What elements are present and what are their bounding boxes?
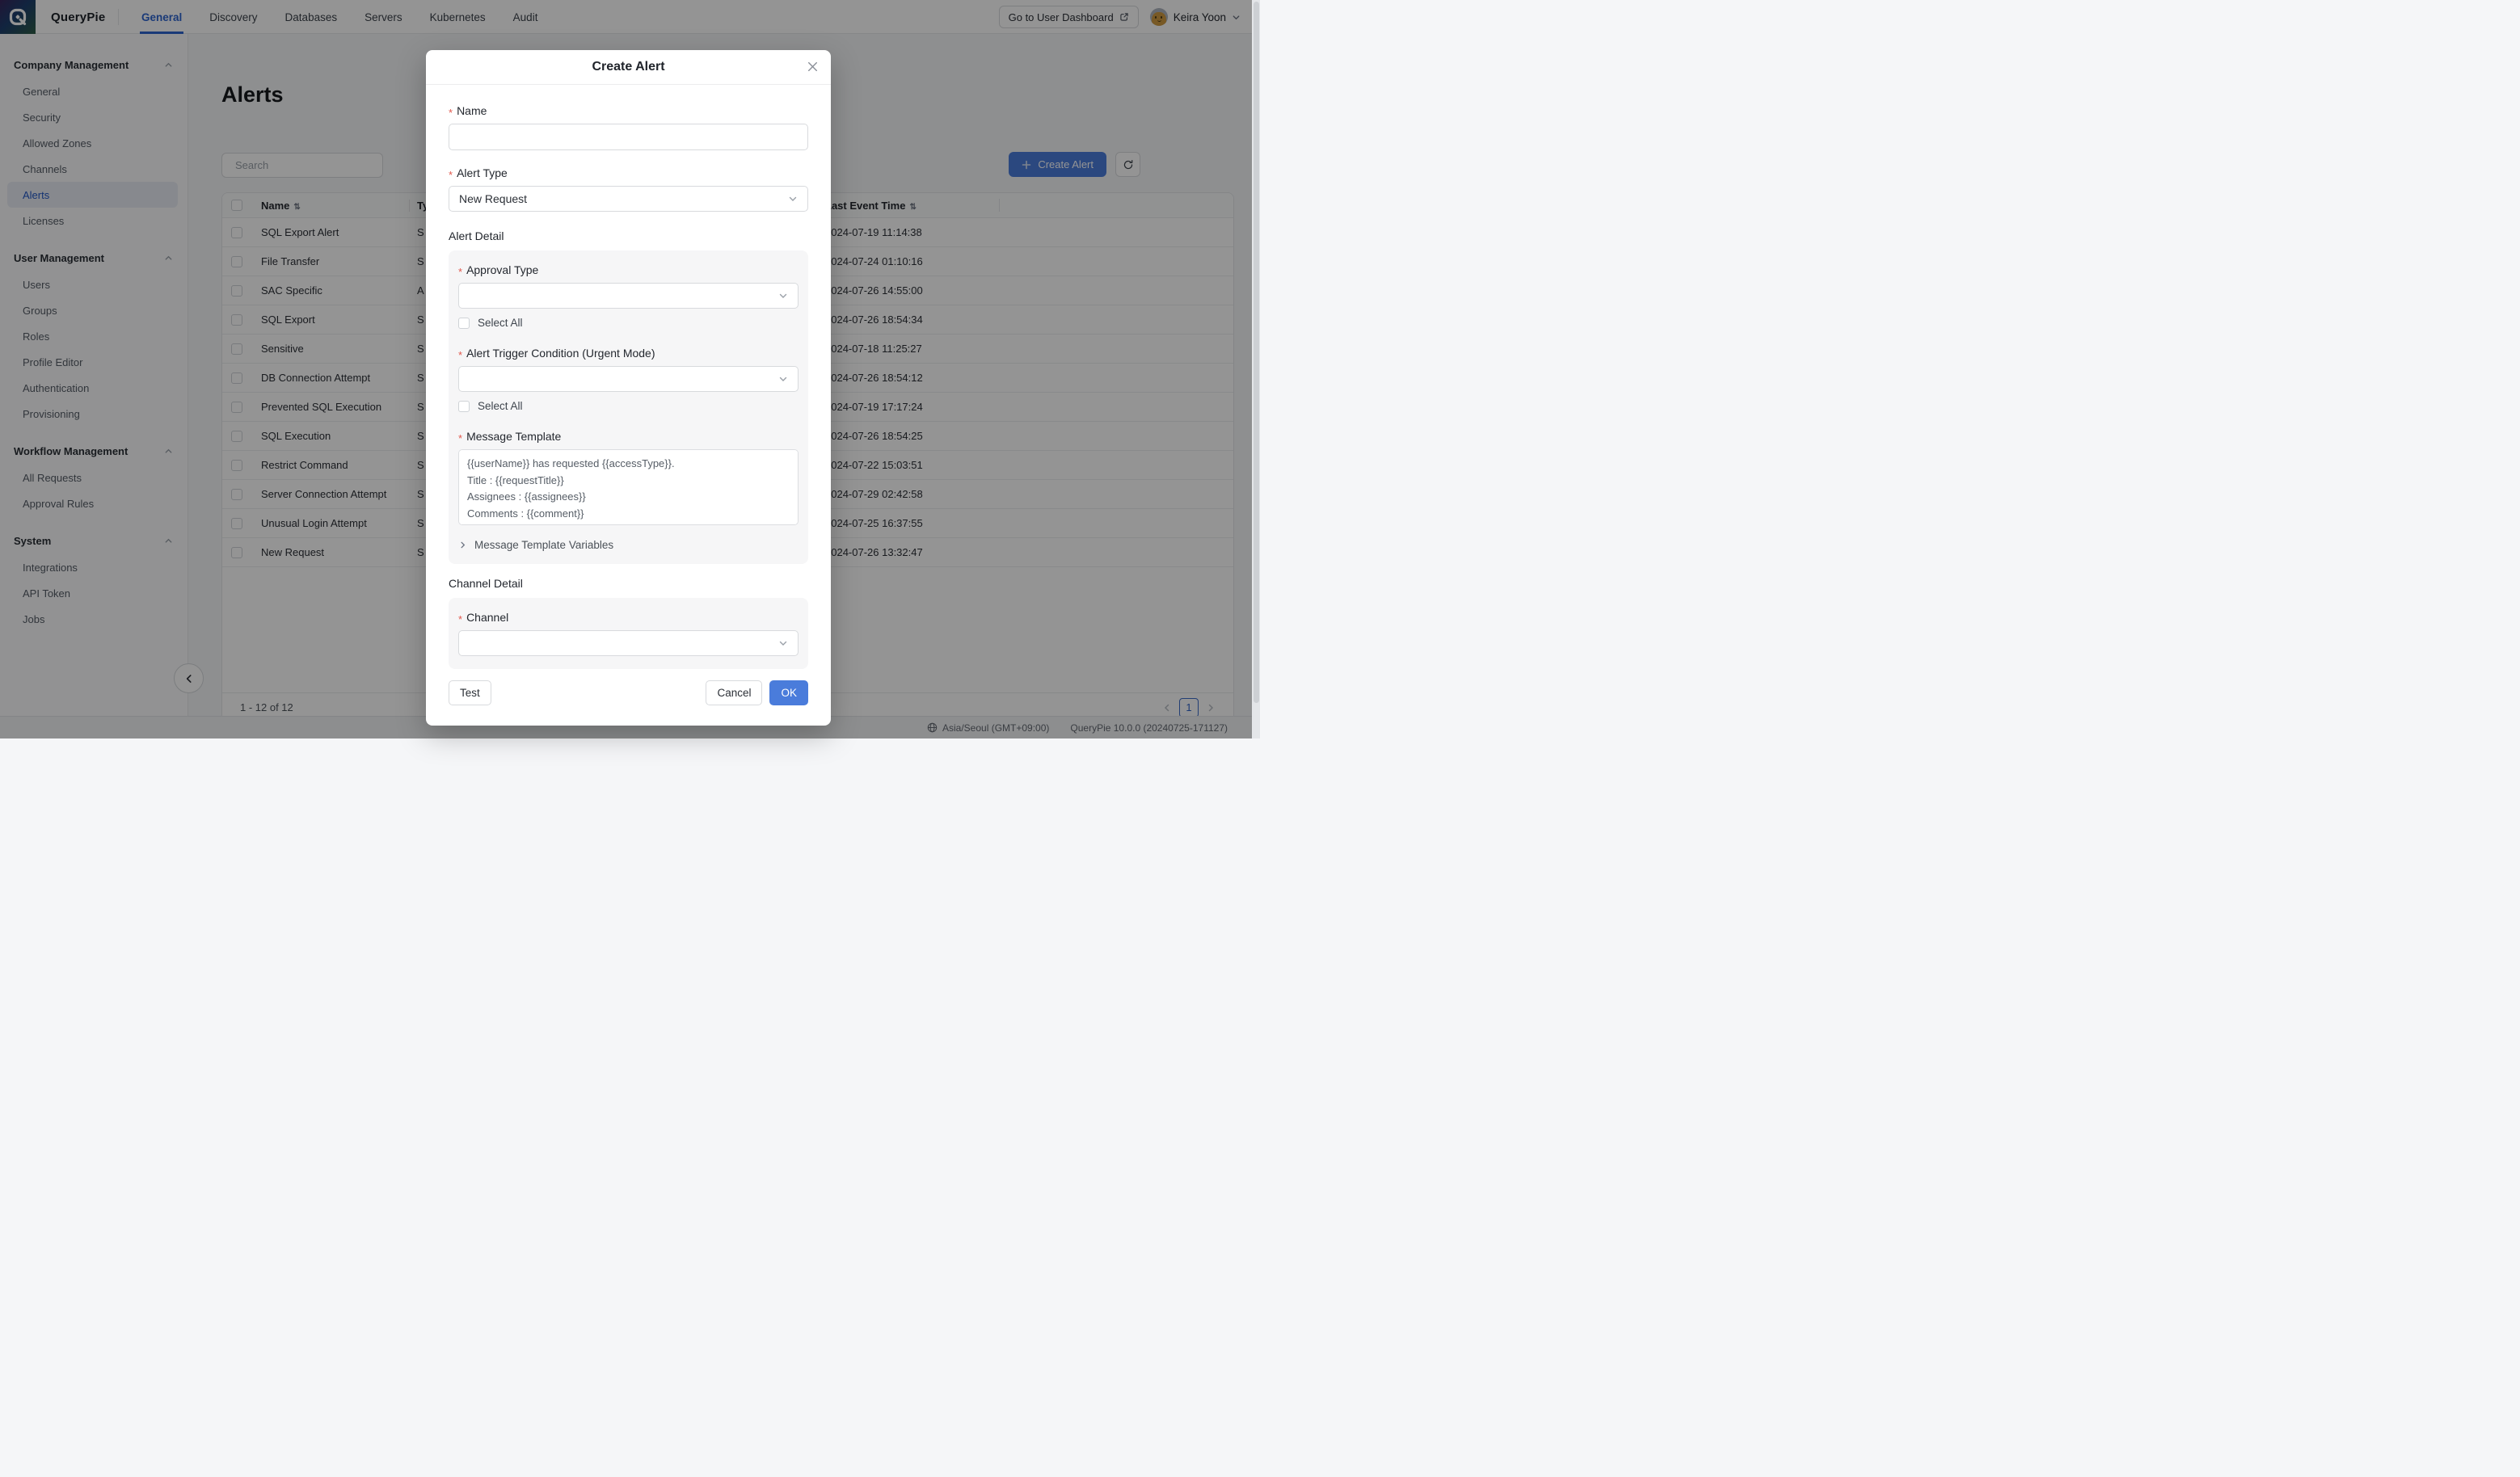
chevron-down-icon — [789, 196, 797, 201]
ok-button[interactable]: OK — [769, 680, 808, 705]
required-asterisk: * — [449, 168, 453, 181]
required-asterisk: * — [458, 612, 463, 625]
test-button[interactable]: Test — [449, 680, 491, 705]
scrollbar-thumb[interactable] — [1253, 2, 1259, 703]
chevron-down-icon — [779, 293, 787, 298]
modal-title: Create Alert — [592, 60, 665, 74]
modal-footer: Test Cancel OK — [426, 669, 831, 705]
alert-type-field-label: * Alert Type — [449, 166, 508, 181]
select-all-row: Select All — [458, 400, 799, 412]
alert-detail-panel: * Approval Type Select All * Alert Trigg… — [449, 250, 808, 564]
required-asterisk: * — [458, 348, 463, 361]
alert-type-selected-value: New Request — [459, 192, 528, 205]
chevron-down-icon — [779, 377, 787, 381]
approval-type-select[interactable] — [458, 283, 799, 309]
message-template-variables-toggle[interactable]: Message Template Variables — [458, 539, 799, 551]
channel-field-label: * Channel — [458, 611, 509, 625]
chevron-down-icon — [779, 641, 787, 646]
modal-body: * Name * Alert Type New Request Alert De… — [426, 85, 831, 669]
select-all-checkbox[interactable] — [458, 400, 470, 412]
message-template-field-label: * Message Template — [458, 430, 562, 444]
create-alert-modal: Create Alert * Name * Alert Type New Req… — [426, 50, 831, 726]
required-asterisk: * — [449, 106, 453, 119]
cancel-button[interactable]: Cancel — [706, 680, 763, 705]
trigger-condition-field-label: * Alert Trigger Condition (Urgent Mode) — [458, 347, 655, 361]
channel-select[interactable] — [458, 630, 799, 656]
required-asterisk: * — [458, 265, 463, 278]
select-all-label: Select All — [478, 317, 523, 329]
name-field-label: * Name — [449, 104, 487, 119]
select-all-label: Select All — [478, 400, 523, 412]
approval-type-field-label: * Approval Type — [458, 263, 539, 278]
template-variables-label: Message Template Variables — [474, 539, 614, 551]
alert-type-select[interactable]: New Request — [449, 186, 808, 212]
channel-detail-panel: * Channel — [449, 598, 808, 669]
trigger-condition-select[interactable] — [458, 366, 799, 392]
message-template-textarea[interactable]: {{userName}} has requested {{accessType}… — [458, 449, 799, 525]
alert-detail-section-title: Alert Detail — [449, 229, 504, 242]
modal-header: Create Alert — [426, 50, 831, 85]
vertical-scrollbar[interactable] — [1252, 0, 1260, 738]
required-asterisk: * — [458, 431, 463, 444]
chevron-right-icon — [461, 541, 466, 549]
select-all-checkbox[interactable] — [458, 317, 470, 329]
channel-detail-section-title: Channel Detail — [449, 577, 523, 590]
close-icon[interactable] — [807, 61, 819, 73]
select-all-row: Select All — [458, 317, 799, 329]
alert-name-input[interactable] — [449, 124, 808, 150]
